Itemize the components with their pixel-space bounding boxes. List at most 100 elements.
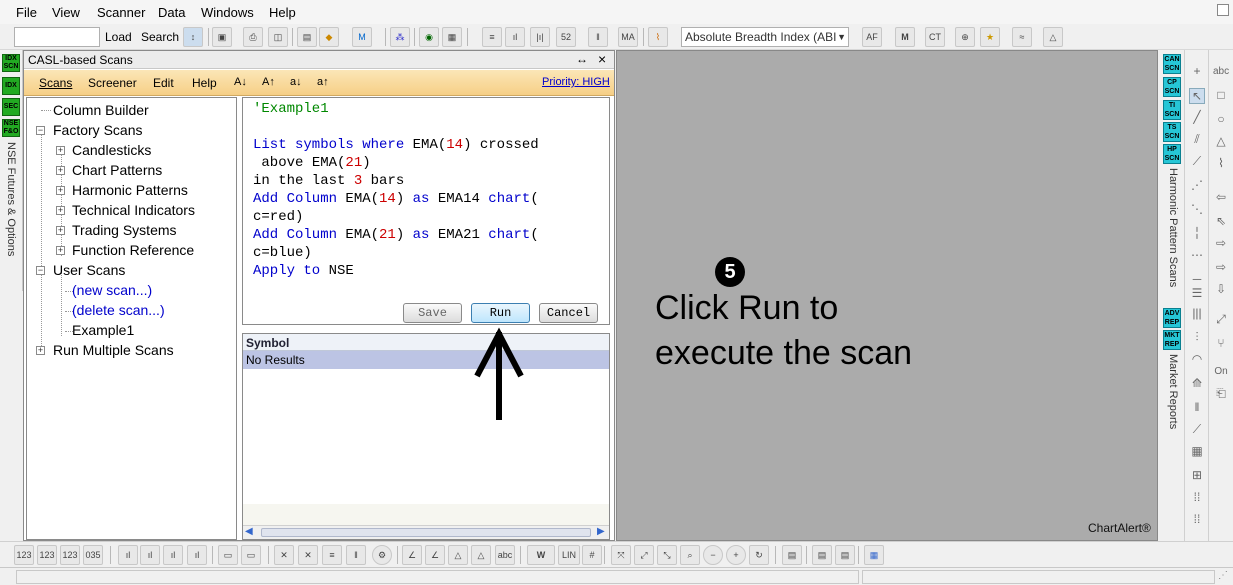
crosshair-icon[interactable]: + <box>1189 64 1205 78</box>
chart-style-2-icon[interactable]: 123 <box>37 545 57 565</box>
menu-data[interactable]: Data <box>158 5 185 20</box>
tree-user-scans[interactable]: User Scans <box>53 262 125 278</box>
52w-hilo-icon[interactable]: 52 <box>556 27 576 47</box>
panel-menu-scans[interactable]: Scans <box>39 76 72 90</box>
expand-icon[interactable]: + <box>56 166 65 175</box>
menu-scanner[interactable]: Scanner <box>97 5 145 20</box>
font-small-increase-button[interactable]: a↑ <box>317 76 329 88</box>
save-icon[interactable]: ▣ <box>212 27 232 47</box>
triangle-shape-icon[interactable]: △ <box>448 545 468 565</box>
lin-icon[interactable]: LIN <box>558 545 580 565</box>
panel-menu-help[interactable]: Help <box>192 76 217 90</box>
bar-type-2-icon[interactable]: ıl <box>140 545 160 565</box>
gann-fan-icon[interactable]: ⟋ <box>1189 422 1205 437</box>
window-icon[interactable]: ▦ <box>442 27 462 47</box>
strike-2-icon[interactable]: ✕ <box>298 545 318 565</box>
column-header-symbol[interactable]: Symbol <box>243 334 609 351</box>
line-chart-icon[interactable]: ⌇ <box>648 27 668 47</box>
arrow-left-icon[interactable]: ⇦ <box>1213 190 1229 204</box>
pointer-icon[interactable]: ↖ <box>1189 88 1205 104</box>
triangle-icon[interactable]: △ <box>1043 27 1063 47</box>
text-tool-icon[interactable]: abc <box>1213 66 1229 77</box>
layout-icon[interactable]: M <box>352 27 372 47</box>
right-tab-ti-scn[interactable]: TI SCN <box>1163 100 1181 120</box>
m-pvt-icon[interactable]: M <box>895 27 915 47</box>
rectangle-icon[interactable]: □ <box>1213 88 1229 102</box>
pause-icon[interactable]: ‖ <box>346 545 366 565</box>
scroll-right-icon[interactable]: ▶ <box>597 526 605 537</box>
vertical-line-icon[interactable]: ╎ <box>1189 226 1205 240</box>
ma-icon[interactable]: MA <box>618 27 638 47</box>
fork-icon[interactable]: ⑂ <box>1213 336 1229 350</box>
zoom-expand-icon[interactable]: ⤢ <box>634 545 654 565</box>
tree-run-multiple-scans[interactable]: Run Multiple Scans <box>53 342 174 358</box>
dots-icon[interactable]: ⋯ <box>1189 248 1205 262</box>
dial-icon[interactable]: ⊕ <box>955 27 975 47</box>
report-2-icon[interactable]: ▤ <box>812 545 832 565</box>
arrow-right-2-icon[interactable]: ⇨ <box>1213 260 1229 274</box>
bar-type-4-icon[interactable]: ıl <box>187 545 207 565</box>
window-restore-icon[interactable] <box>1217 4 1229 16</box>
equal-icon[interactable]: ≡ <box>322 545 342 565</box>
zoom-fit-icon[interactable]: ⤧ <box>611 545 631 565</box>
diamond-icon[interactable]: ◆ <box>319 27 339 47</box>
left-vertical-label[interactable]: NSE Futures & Options <box>5 142 17 256</box>
left-tab-idx[interactable]: IDX <box>2 77 20 95</box>
matrix-icon[interactable]: ⊞ <box>1189 468 1205 482</box>
search-button[interactable]: Search <box>141 30 179 44</box>
zoom-search-icon[interactable]: ⌕ <box>680 545 700 565</box>
right-tab-mkt-rep[interactable]: MKT REP <box>1163 330 1181 350</box>
tree-column-builder[interactable]: Column Builder <box>53 102 149 118</box>
print-icon[interactable]: ⎙ <box>243 27 263 47</box>
tree-trading-systems[interactable]: Trading Systems <box>72 222 177 238</box>
zoom-out-icon[interactable]: − <box>703 545 723 565</box>
run-button[interactable]: Run <box>471 303 530 323</box>
ohlc-icon[interactable]: |ı| <box>530 27 550 47</box>
triangle-tool-icon[interactable]: △ <box>1213 134 1229 148</box>
horizontal-scrollbar[interactable]: ◀ ▶ <box>243 525 609 539</box>
bar-type-3-icon[interactable]: ıl <box>163 545 183 565</box>
tree-example1[interactable]: Example1 <box>72 322 134 338</box>
bars-icon[interactable]: ıl <box>505 27 525 47</box>
measure-icon[interactable]: ⤢ <box>1213 312 1229 327</box>
report-3-icon[interactable]: ▤ <box>835 545 855 565</box>
fib-levels-icon[interactable]: ☰ <box>1189 286 1205 300</box>
angle-2-icon[interactable]: ∠ <box>425 545 445 565</box>
zoom-collapse-icon[interactable]: ⤡ <box>657 545 677 565</box>
w-icon[interactable]: W <box>527 545 555 565</box>
bars-tool-icon[interactable]: ‖ <box>1189 400 1205 414</box>
report-icon[interactable]: ▤ <box>782 545 802 565</box>
arrow-right-icon[interactable]: ⇨ <box>1213 236 1229 250</box>
chart-canvas[interactable]: 5 Click Run to execute the scan ChartAle… <box>616 50 1158 541</box>
right-tab-adv-rep[interactable]: ADV REP <box>1163 308 1181 328</box>
indicator-panel-2-icon[interactable]: ▭ <box>241 545 261 565</box>
indicator-panel-icon[interactable]: ▭ <box>218 545 238 565</box>
preview-icon[interactable]: ◫ <box>268 27 288 47</box>
dot-grid-icon[interactable]: ⁞⁞ <box>1189 490 1205 504</box>
left-tab-idx-scn[interactable]: IDX SCN <box>2 54 20 72</box>
channel-icon[interactable]: ⫽ <box>1189 132 1205 147</box>
menu-help[interactable]: Help <box>269 5 296 20</box>
indicator-select[interactable]: Absolute Breadth Index (ABI ▼ <box>681 27 849 47</box>
font-small-decrease-button[interactable]: a↓ <box>290 76 302 88</box>
font-increase-button[interactable]: A↑ <box>262 76 275 88</box>
settings-icon[interactable]: ⚙ <box>372 545 392 565</box>
expand-icon[interactable]: + <box>36 346 45 355</box>
fib-time-icon[interactable]: ||| <box>1189 306 1205 320</box>
refresh-icon[interactable]: ↻ <box>749 545 769 565</box>
tree-new-scan[interactable]: (new scan...) <box>72 282 152 298</box>
menu-view[interactable]: View <box>52 5 80 20</box>
menu-file[interactable]: File <box>16 5 37 20</box>
pattern-icon[interactable]: ⋰ <box>1189 178 1205 192</box>
cycle-icon[interactable]: ⋱ <box>1189 202 1205 216</box>
right-vertical-label-market[interactable]: Market Reports <box>1167 354 1179 429</box>
auto-fibo-icon[interactable]: AF <box>862 27 882 47</box>
triangle-shape-2-icon[interactable]: △ <box>471 545 491 565</box>
priority-link[interactable]: Priority: HIGH <box>542 76 610 88</box>
tree-function-reference[interactable]: Function Reference <box>72 242 194 258</box>
hash-icon[interactable]: # <box>582 545 602 565</box>
casl-editor[interactable]: 'Example1 List symbols where EMA(14) cros… <box>242 97 610 325</box>
tree-technical-indicators[interactable]: Technical Indicators <box>72 202 195 218</box>
close-icon[interactable]: × <box>598 51 606 67</box>
collapse-icon[interactable]: − <box>36 266 45 275</box>
